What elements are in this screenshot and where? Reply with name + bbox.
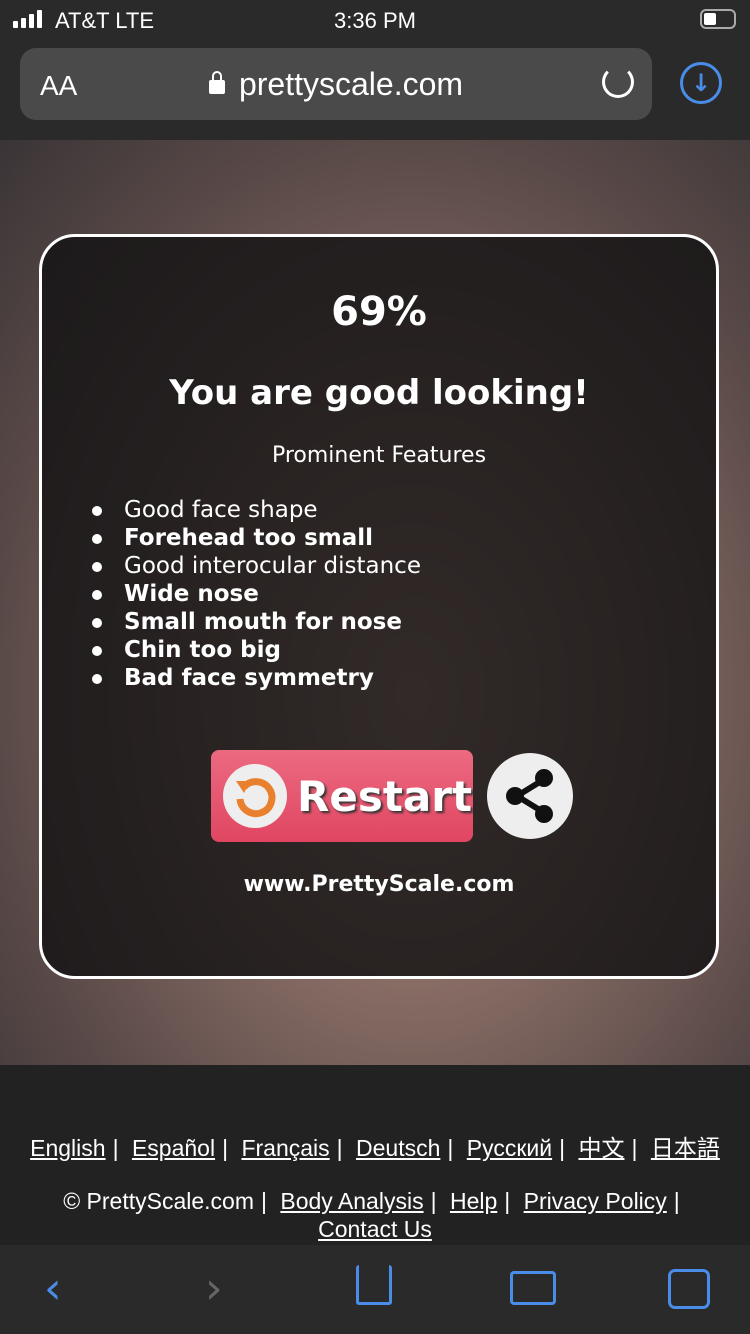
tabs-icon[interactable] xyxy=(668,1269,710,1309)
lang-spanish[interactable]: Español xyxy=(132,1135,215,1161)
feature-item: Bad face symmetry xyxy=(92,664,716,692)
browser-toolbar: ‹ › xyxy=(0,1245,750,1334)
verdict: You are good looking! xyxy=(169,373,589,413)
copyright: © PrettyScale.com xyxy=(63,1188,254,1214)
restart-icon xyxy=(223,764,287,828)
feature-item: Chin too big xyxy=(92,636,716,664)
share-page-icon[interactable] xyxy=(356,1265,392,1305)
share-button[interactable] xyxy=(487,753,573,839)
forward-icon[interactable]: › xyxy=(205,1263,223,1314)
features-list: Good face shape Forehead too small Good … xyxy=(92,496,716,692)
download-icon[interactable]: ↓ xyxy=(680,62,722,104)
feature-item: Good interocular distance xyxy=(92,552,716,580)
lang-japanese[interactable]: 日本語 xyxy=(651,1135,720,1161)
link-privacy[interactable]: Privacy Policy xyxy=(524,1188,667,1214)
clock: 3:36 PM xyxy=(334,8,416,33)
link-contact[interactable]: Contact Us xyxy=(318,1216,432,1242)
lang-russian[interactable]: Русский xyxy=(467,1135,552,1161)
site-url: www.PrettyScale.com xyxy=(243,872,515,897)
result-card: 69% You are good looking! Prominent Feat… xyxy=(39,234,719,979)
battery-icon xyxy=(700,9,736,29)
address-bar[interactable]: AA prettyscale.com xyxy=(20,48,652,120)
restart-button[interactable]: Restart xyxy=(211,750,473,842)
feature-item: Good face shape xyxy=(92,496,716,524)
lang-french[interactable]: Français xyxy=(241,1135,329,1161)
lang-chinese[interactable]: 中文 xyxy=(578,1135,624,1161)
share-icon xyxy=(506,769,553,823)
back-icon[interactable]: ‹ xyxy=(44,1263,62,1314)
bookmarks-icon[interactable] xyxy=(510,1271,556,1305)
url-text: prettyscale.com xyxy=(238,66,464,102)
restart-label: Restart xyxy=(297,771,473,821)
lock-icon xyxy=(208,70,225,94)
feature-item: Small mouth for nose xyxy=(92,608,716,636)
reload-icon[interactable] xyxy=(602,66,634,98)
link-help[interactable]: Help xyxy=(450,1188,497,1214)
link-body-analysis[interactable]: Body Analysis xyxy=(280,1188,423,1214)
lang-german[interactable]: Deutsch xyxy=(356,1135,440,1161)
features-heading: Prominent Features xyxy=(271,443,487,468)
feature-item: Forehead too small xyxy=(92,524,716,552)
status-bar: AT&T LTE 3:36 PM xyxy=(0,0,750,40)
feature-item: Wide nose xyxy=(92,580,716,608)
footer: English | Español | Français | Deutsch | Рус… xyxy=(0,1065,750,1245)
lang-english[interactable]: English xyxy=(30,1135,105,1161)
score: 69% xyxy=(331,289,427,335)
